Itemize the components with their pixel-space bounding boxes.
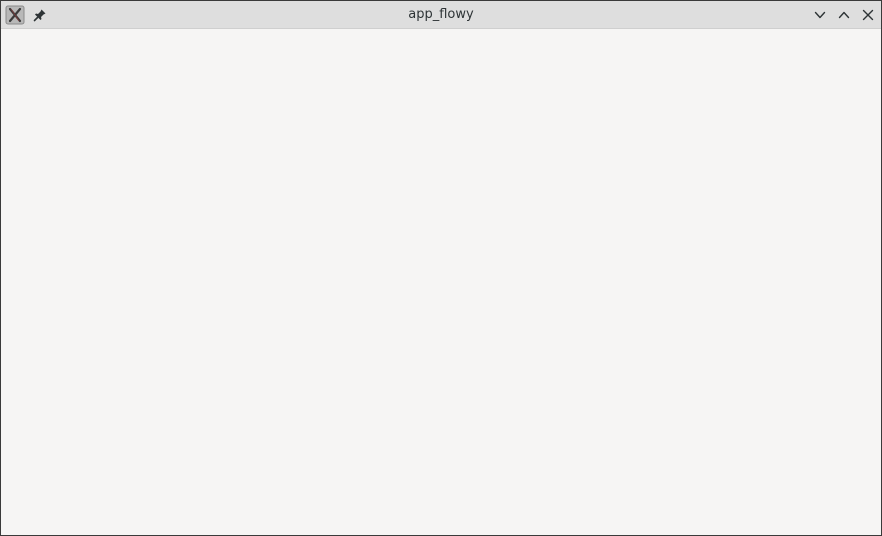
pin-icon [33,9,46,22]
app-content-area[interactable] [1,29,881,535]
app-window: app_flowy [0,0,882,536]
chevron-up-icon [838,11,850,19]
x11-app-icon[interactable] [5,5,25,25]
close-button[interactable] [857,4,879,26]
close-icon [862,9,874,21]
chevron-down-icon [814,11,826,19]
window-title: app_flowy [408,7,474,22]
pin-button[interactable] [29,4,51,26]
minimize-button[interactable] [809,4,831,26]
maximize-button[interactable] [833,4,855,26]
title-bar[interactable]: app_flowy [1,1,881,29]
